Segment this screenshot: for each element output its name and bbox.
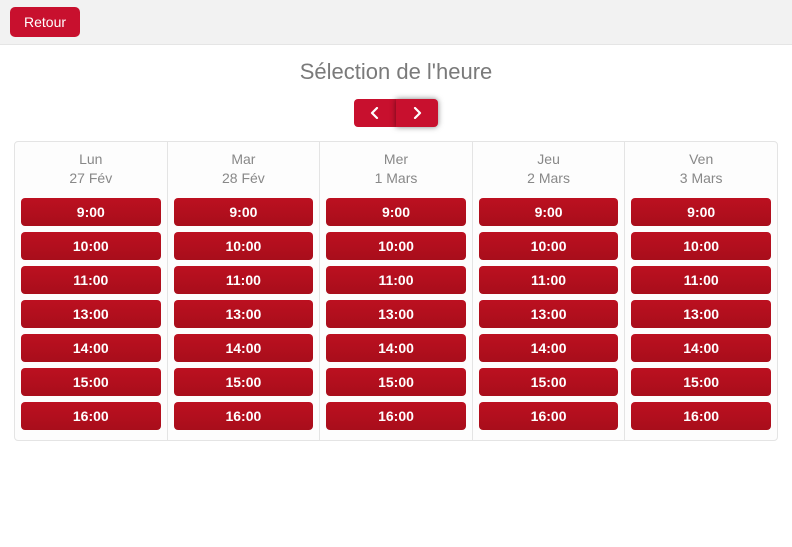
day-date: 27 Fév bbox=[69, 169, 112, 188]
day-date: 28 Fév bbox=[222, 169, 265, 188]
time-slot[interactable]: 15:00 bbox=[479, 368, 619, 396]
time-slot[interactable]: 13:00 bbox=[479, 300, 619, 328]
day-header: Lun27 Fév bbox=[69, 150, 112, 188]
time-slot[interactable]: 10:00 bbox=[174, 232, 314, 260]
time-slot[interactable]: 9:00 bbox=[326, 198, 466, 226]
week-nav bbox=[14, 99, 778, 127]
day-column: Mer1 Mars 9:00 10:00 11:00 13:00 14:00 15:00 16… bbox=[320, 142, 473, 440]
schedule-grid: Lun27 Fév 9:00 10:00 11:00 13:00 14:00 15:00 16… bbox=[14, 141, 778, 441]
time-slot[interactable]: 9:00 bbox=[174, 198, 314, 226]
top-bar: Retour bbox=[0, 0, 792, 45]
day-of-week: Mer bbox=[375, 150, 418, 169]
day-of-week: Jeu bbox=[527, 150, 570, 169]
main-content: Sélection de l'heure Lun27 Fév 9:00 10:00 1… bbox=[0, 45, 792, 455]
day-of-week: Ven bbox=[680, 150, 723, 169]
time-slot[interactable]: 9:00 bbox=[21, 198, 161, 226]
time-slot[interactable]: 13:00 bbox=[174, 300, 314, 328]
time-slot[interactable]: 16:00 bbox=[174, 402, 314, 430]
day-column: Jeu2 Mars 9:00 10:00 11:00 13:00 14:00 15:00 16… bbox=[473, 142, 626, 440]
day-column: Mar28 Fév 9:00 10:00 11:00 13:00 14:00 15:00 16… bbox=[168, 142, 321, 440]
time-slot[interactable]: 10:00 bbox=[326, 232, 466, 260]
time-slot[interactable]: 14:00 bbox=[326, 334, 466, 362]
time-slot[interactable]: 11:00 bbox=[174, 266, 314, 294]
day-column: Ven3 Mars 9:00 10:00 11:00 13:00 14:00 15:00 16… bbox=[625, 142, 777, 440]
time-slot[interactable]: 11:00 bbox=[326, 266, 466, 294]
arrow-left-icon bbox=[369, 107, 381, 119]
day-date: 2 Mars bbox=[527, 169, 570, 188]
time-slot[interactable]: 10:00 bbox=[21, 232, 161, 260]
arrow-right-icon bbox=[411, 107, 423, 119]
time-slot[interactable]: 14:00 bbox=[174, 334, 314, 362]
page-title: Sélection de l'heure bbox=[14, 59, 778, 85]
time-slot[interactable]: 15:00 bbox=[631, 368, 771, 396]
time-slot[interactable]: 16:00 bbox=[21, 402, 161, 430]
time-slot[interactable]: 15:00 bbox=[174, 368, 314, 396]
day-column: Lun27 Fév 9:00 10:00 11:00 13:00 14:00 15:00 16… bbox=[15, 142, 168, 440]
day-date: 1 Mars bbox=[375, 169, 418, 188]
time-slot[interactable]: 16:00 bbox=[326, 402, 466, 430]
time-slot[interactable]: 9:00 bbox=[631, 198, 771, 226]
day-header: Jeu2 Mars bbox=[527, 150, 570, 188]
time-slot[interactable]: 15:00 bbox=[21, 368, 161, 396]
next-week-button[interactable] bbox=[396, 99, 438, 127]
time-slot[interactable]: 10:00 bbox=[479, 232, 619, 260]
time-slot[interactable]: 13:00 bbox=[21, 300, 161, 328]
day-of-week: Lun bbox=[69, 150, 112, 169]
day-header: Mer1 Mars bbox=[375, 150, 418, 188]
time-slot[interactable]: 9:00 bbox=[479, 198, 619, 226]
time-slot[interactable]: 14:00 bbox=[631, 334, 771, 362]
time-slot[interactable]: 10:00 bbox=[631, 232, 771, 260]
time-slot[interactable]: 15:00 bbox=[326, 368, 466, 396]
day-of-week: Mar bbox=[222, 150, 265, 169]
time-slot[interactable]: 11:00 bbox=[631, 266, 771, 294]
time-slot[interactable]: 16:00 bbox=[631, 402, 771, 430]
time-slot[interactable]: 14:00 bbox=[479, 334, 619, 362]
day-header: Ven3 Mars bbox=[680, 150, 723, 188]
back-button[interactable]: Retour bbox=[10, 7, 80, 37]
time-slot[interactable]: 13:00 bbox=[326, 300, 466, 328]
time-slot[interactable]: 14:00 bbox=[21, 334, 161, 362]
time-slot[interactable]: 11:00 bbox=[21, 266, 161, 294]
day-date: 3 Mars bbox=[680, 169, 723, 188]
time-slot[interactable]: 13:00 bbox=[631, 300, 771, 328]
day-header: Mar28 Fév bbox=[222, 150, 265, 188]
prev-week-button[interactable] bbox=[354, 99, 396, 127]
time-slot[interactable]: 16:00 bbox=[479, 402, 619, 430]
time-slot[interactable]: 11:00 bbox=[479, 266, 619, 294]
